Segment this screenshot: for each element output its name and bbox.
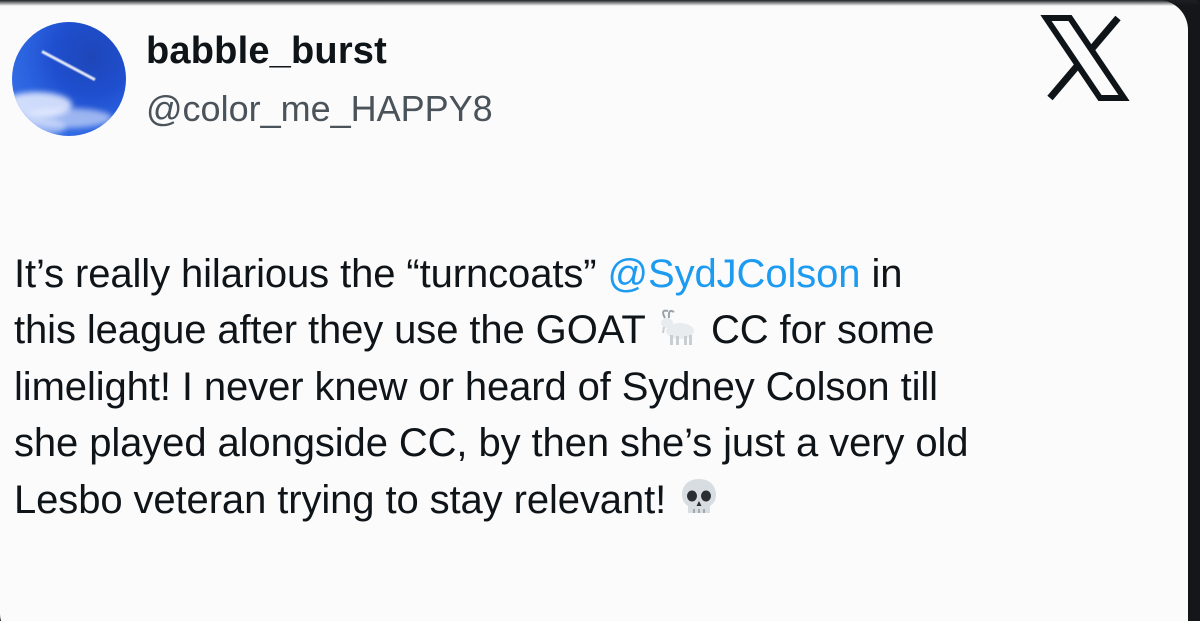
goat-emoji-icon (660, 310, 694, 346)
tweet-line: this league after they use the GOAT CC f… (14, 302, 1174, 358)
tweet-line: limelight! I never knew or heard of Sydn… (14, 364, 938, 409)
device-frame-top (0, 0, 1200, 6)
author-handle[interactable]: @color_me_HAPPY8 (146, 88, 493, 130)
author-display-name[interactable]: babble_burst (146, 30, 387, 73)
tweet-text-segment: Lesbo veteran trying to stay relevant! (14, 477, 678, 522)
tweet-text-segment: CC for some (699, 308, 935, 353)
x-logo-icon[interactable] (1040, 14, 1130, 102)
mention-link[interactable]: @SydJColson (608, 252, 861, 296)
tweet-text-segment: this league after they use the GOAT (14, 308, 656, 353)
tweet-card[interactable]: babble_burst @color_me_HAPPY8 It’s reall… (0, 0, 1188, 621)
tweet-body: It’s really hilarious the “turncoats” @S… (14, 246, 1174, 528)
tweet-line: Lesbo veteran trying to stay relevant! (14, 472, 1174, 528)
tweet-text-segment: It’s really hilarious the “turncoats” (14, 252, 608, 296)
screenshot-page: babble_burst @color_me_HAPPY8 It’s reall… (0, 0, 1200, 621)
avatar[interactable] (12, 22, 126, 136)
tweet-line: It’s really hilarious the “turncoats” @S… (14, 246, 1174, 302)
tweet-text-segment: in (860, 252, 903, 296)
skull-emoji-icon (682, 478, 717, 513)
tweet-line: she played alongside CC, by then she’s j… (14, 421, 969, 466)
